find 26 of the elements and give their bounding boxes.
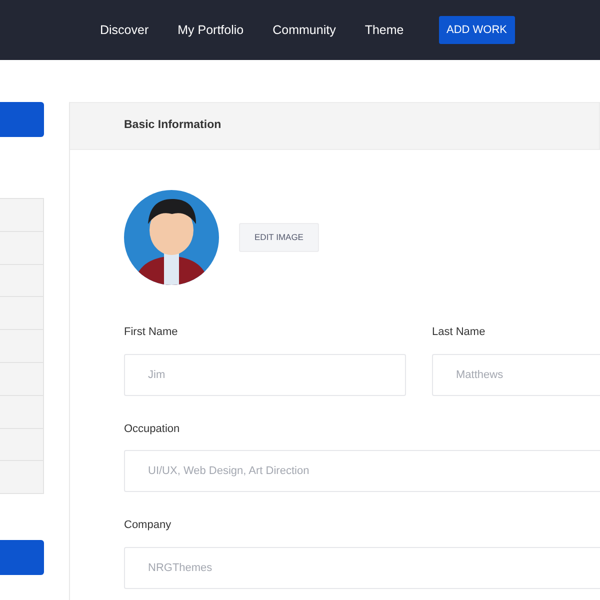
nav-link[interactable]: My Portfolio (178, 20, 244, 40)
sidebar-item[interactable] (0, 230, 44, 265)
panel-header: Basic Information (70, 102, 600, 150)
sidebar-button[interactable] (0, 102, 44, 137)
sidebar-item[interactable] (0, 329, 44, 363)
field-label: First Name (124, 325, 178, 340)
nav-link[interactable]: Theme (364, 20, 404, 40)
sidebar-item[interactable] (0, 198, 44, 232)
input-field[interactable]: Matthews (432, 354, 600, 396)
edit-image-button[interactable]: EDIT IMAGE (239, 223, 319, 252)
nav-link[interactable]: Discover (100, 20, 149, 40)
field-label: Occupation (124, 422, 180, 436)
input-field[interactable]: UI/UX, Web Design, Art Direction (124, 450, 600, 492)
input-field[interactable]: Jim (124, 354, 406, 396)
field-label: Company (124, 518, 172, 533)
sidebar-button[interactable] (0, 540, 44, 576)
add-work-button[interactable]: ADD WORK (438, 16, 515, 44)
sidebar-item[interactable] (0, 362, 44, 396)
sidebar-item[interactable] (0, 428, 44, 462)
sidebar-item[interactable] (0, 460, 44, 494)
field-label: Last Name (432, 325, 486, 340)
sidebar-item[interactable] (0, 264, 44, 298)
sidebar-item[interactable] (0, 394, 44, 429)
sidebar-item[interactable] (0, 296, 44, 330)
nav-link[interactable]: Community (272, 20, 336, 40)
input-field[interactable]: NRGThemes (124, 546, 600, 588)
